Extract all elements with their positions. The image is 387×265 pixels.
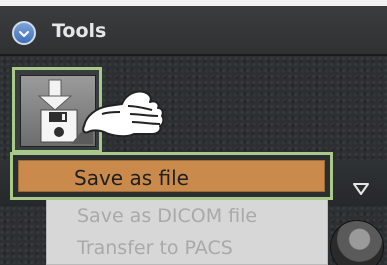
menu-item-label: Save as DICOM file: [77, 205, 258, 227]
menu-item-label: Transfer to PACS: [77, 237, 233, 259]
round-control[interactable]: [330, 220, 384, 265]
triangle-down-icon[interactable]: [352, 181, 370, 200]
tools-panel: Tools Save as DICOM file Transfer to PAC…: [0, 0, 387, 265]
menu-item-save-as-dicom-file[interactable]: Save as DICOM file: [47, 201, 327, 231]
menu-item-transfer-to-pacs[interactable]: Transfer to PACS: [47, 233, 327, 263]
chevron-down-circle-icon[interactable]: [12, 21, 36, 45]
tools-header[interactable]: Tools: [0, 0, 387, 56]
hand-pointer-icon: [78, 82, 165, 144]
panel-title: Tools: [52, 20, 107, 42]
menu-item-save-as-file[interactable]: Save as file: [10, 152, 333, 200]
menu-item-label: Save as file: [74, 166, 189, 190]
